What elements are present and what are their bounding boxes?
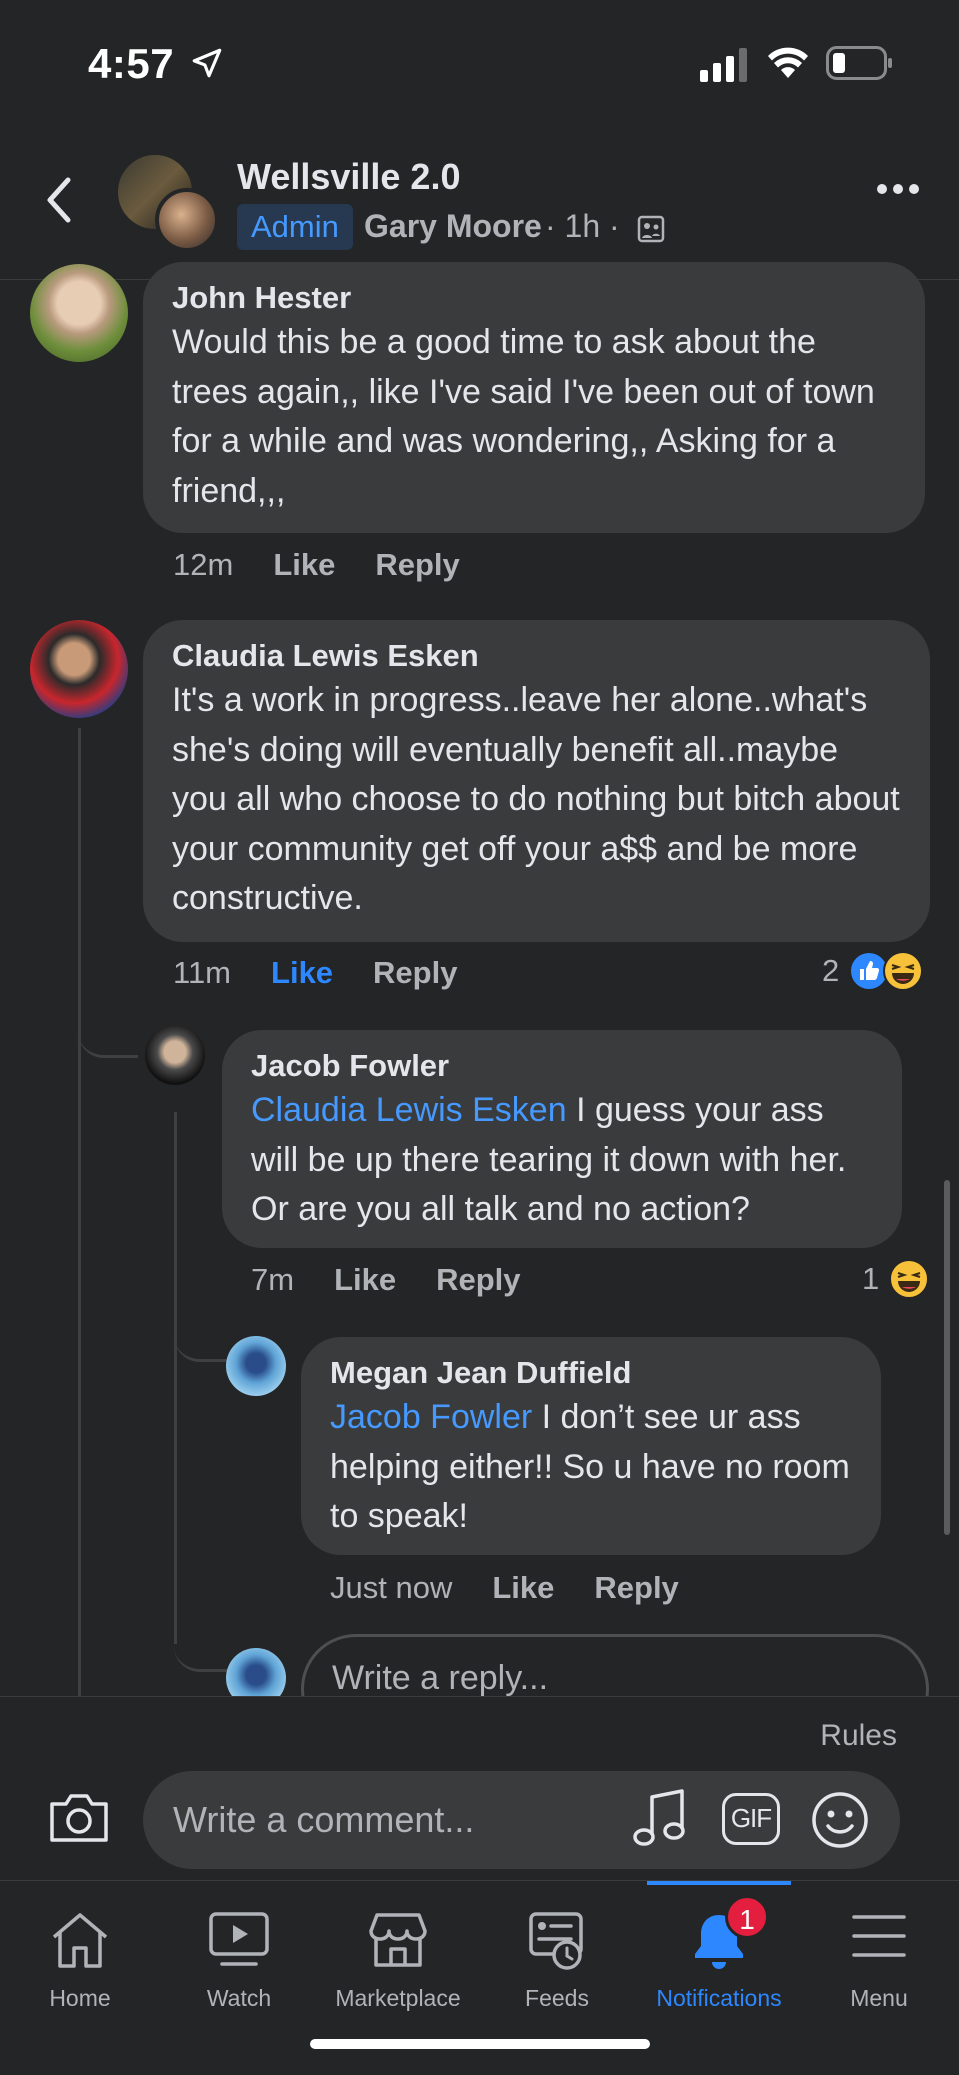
menu-icon	[852, 1915, 906, 1957]
more-options-icon[interactable]	[876, 182, 920, 196]
comment-bubble: Jacob Fowler Claudia Lewis Esken I guess…	[222, 1030, 902, 1248]
comment-text: Jacob Fowler I don’t see ur ass helping …	[330, 1393, 853, 1542]
status-bar: 4:57	[0, 0, 959, 130]
notification-badge: 1	[725, 1895, 769, 1939]
battery-icon	[826, 46, 892, 80]
reply-button[interactable]: Reply	[375, 547, 459, 583]
feeds-icon	[529, 1912, 583, 1970]
tab-label: Menu	[850, 1985, 908, 2011]
marketplace-icon	[369, 1913, 427, 1967]
signal-icon	[700, 48, 747, 82]
tab-watch[interactable]: Watch	[159, 1881, 319, 2031]
home-indicator	[310, 2039, 650, 2049]
rules-link[interactable]: Rules	[820, 1719, 897, 1753]
gif-label: GIF	[730, 1803, 772, 1833]
reaction-summary[interactable]: 1	[862, 1259, 930, 1299]
reply-button[interactable]: Reply	[594, 1570, 678, 1606]
mention-link[interactable]: Jacob Fowler	[330, 1398, 532, 1436]
like-button[interactable]: Like	[492, 1570, 554, 1606]
mention-link[interactable]: Claudia Lewis Esken	[251, 1091, 567, 1129]
music-note-icon[interactable]	[632, 1789, 688, 1849]
thread-connector-line	[78, 728, 81, 1696]
comment-input[interactable]: Write a comment...	[143, 1771, 900, 1869]
comment-composer: Rules Write a comment... GIF	[0, 1696, 959, 1880]
post-header: Wellsville 2.0 Admin Gary Moore · 1h ·	[0, 130, 959, 280]
like-button[interactable]: Like	[271, 955, 333, 991]
reaction-summary[interactable]: 2	[822, 951, 924, 991]
tab-label: Feeds	[525, 1985, 589, 2011]
commenter-avatar[interactable]	[145, 1025, 205, 1085]
commenter-avatar[interactable]	[226, 1336, 286, 1396]
scrollbar[interactable]	[944, 1180, 950, 1535]
tab-label: Notifications	[656, 1985, 782, 2011]
tab-label: Watch	[206, 1985, 272, 2011]
status-time: 4:57	[88, 40, 175, 87]
camera-icon[interactable]	[48, 1792, 110, 1844]
gif-button[interactable]: GIF	[722, 1793, 780, 1845]
comment-bubble: Claudia Lewis Esken It's a work in progr…	[143, 620, 930, 942]
thread-connector-curve	[78, 1000, 138, 1058]
reply-button[interactable]: Reply	[436, 1262, 520, 1298]
comment-actions: 7m Like Reply	[251, 1262, 561, 1298]
tab-marketplace[interactable]: Marketplace	[318, 1881, 478, 2031]
home-icon	[52, 1913, 108, 1968]
tab-notifications[interactable]: 1 Notifications	[639, 1881, 799, 2031]
post-author[interactable]: Gary Moore	[364, 208, 542, 245]
comment-actions: 11m Like Reply	[173, 955, 497, 991]
haha-reaction-icon	[889, 1259, 930, 1299]
haha-reaction-icon	[883, 951, 924, 991]
comment-text: It's a work in progress..leave her alone…	[172, 681, 900, 917]
location-arrow-icon	[192, 48, 222, 78]
commenter-name[interactable]: Claudia Lewis Esken	[172, 636, 902, 676]
thread-connector-curve	[174, 1610, 228, 1672]
thread-connector-line	[174, 1112, 177, 1644]
tab-label: Home	[49, 1985, 111, 2011]
post-timestamp: · 1h ·	[545, 208, 620, 244]
reaction-count: 2	[822, 953, 840, 988]
comment-text: Would this be a good time to ask about t…	[172, 323, 875, 510]
commenter-avatar[interactable]	[30, 620, 128, 718]
comment-bubble: Megan Jean Duffield Jacob Fowler I don’t…	[301, 1337, 881, 1555]
emoji-icon[interactable]	[811, 1791, 869, 1849]
reply-button[interactable]: Reply	[373, 955, 457, 991]
commenter-name[interactable]: Jacob Fowler	[251, 1046, 874, 1086]
reaction-count: 1	[862, 1261, 880, 1296]
wifi-icon	[768, 47, 808, 78]
author-avatar	[155, 188, 219, 252]
thread-connector-curve	[174, 1300, 228, 1362]
comment-actions: Just now Like Reply	[330, 1570, 719, 1606]
tab-feeds[interactable]: Feeds	[477, 1881, 637, 2031]
comment-actions: 12m Like Reply	[173, 547, 500, 583]
comment-text: Claudia Lewis Esken I guess your ass wil…	[251, 1086, 874, 1235]
comment-time: 12m	[173, 547, 234, 582]
commenter-avatar[interactable]	[30, 264, 128, 362]
comment-bubble: John Hester Would this be a good time to…	[143, 262, 925, 533]
tab-menu[interactable]: Menu	[799, 1881, 959, 2031]
watch-icon	[209, 1912, 269, 1966]
group-avatar[interactable]	[115, 152, 225, 252]
comment-time: 11m	[173, 955, 232, 990]
tab-label: Marketplace	[335, 1985, 461, 2011]
group-privacy-icon	[637, 215, 665, 243]
commenter-name[interactable]: John Hester	[172, 278, 897, 318]
like-button[interactable]: Like	[273, 547, 335, 583]
tab-home[interactable]: Home	[0, 1881, 160, 2031]
admin-badge: Admin	[237, 204, 353, 250]
back-arrow-icon[interactable]	[36, 170, 86, 230]
like-button[interactable]: Like	[334, 1262, 396, 1298]
group-title[interactable]: Wellsville 2.0	[237, 156, 460, 198]
comment-time: 7m	[251, 1262, 295, 1297]
commenter-name[interactable]: Megan Jean Duffield	[330, 1353, 853, 1393]
comment-time: Just now	[330, 1570, 453, 1605]
